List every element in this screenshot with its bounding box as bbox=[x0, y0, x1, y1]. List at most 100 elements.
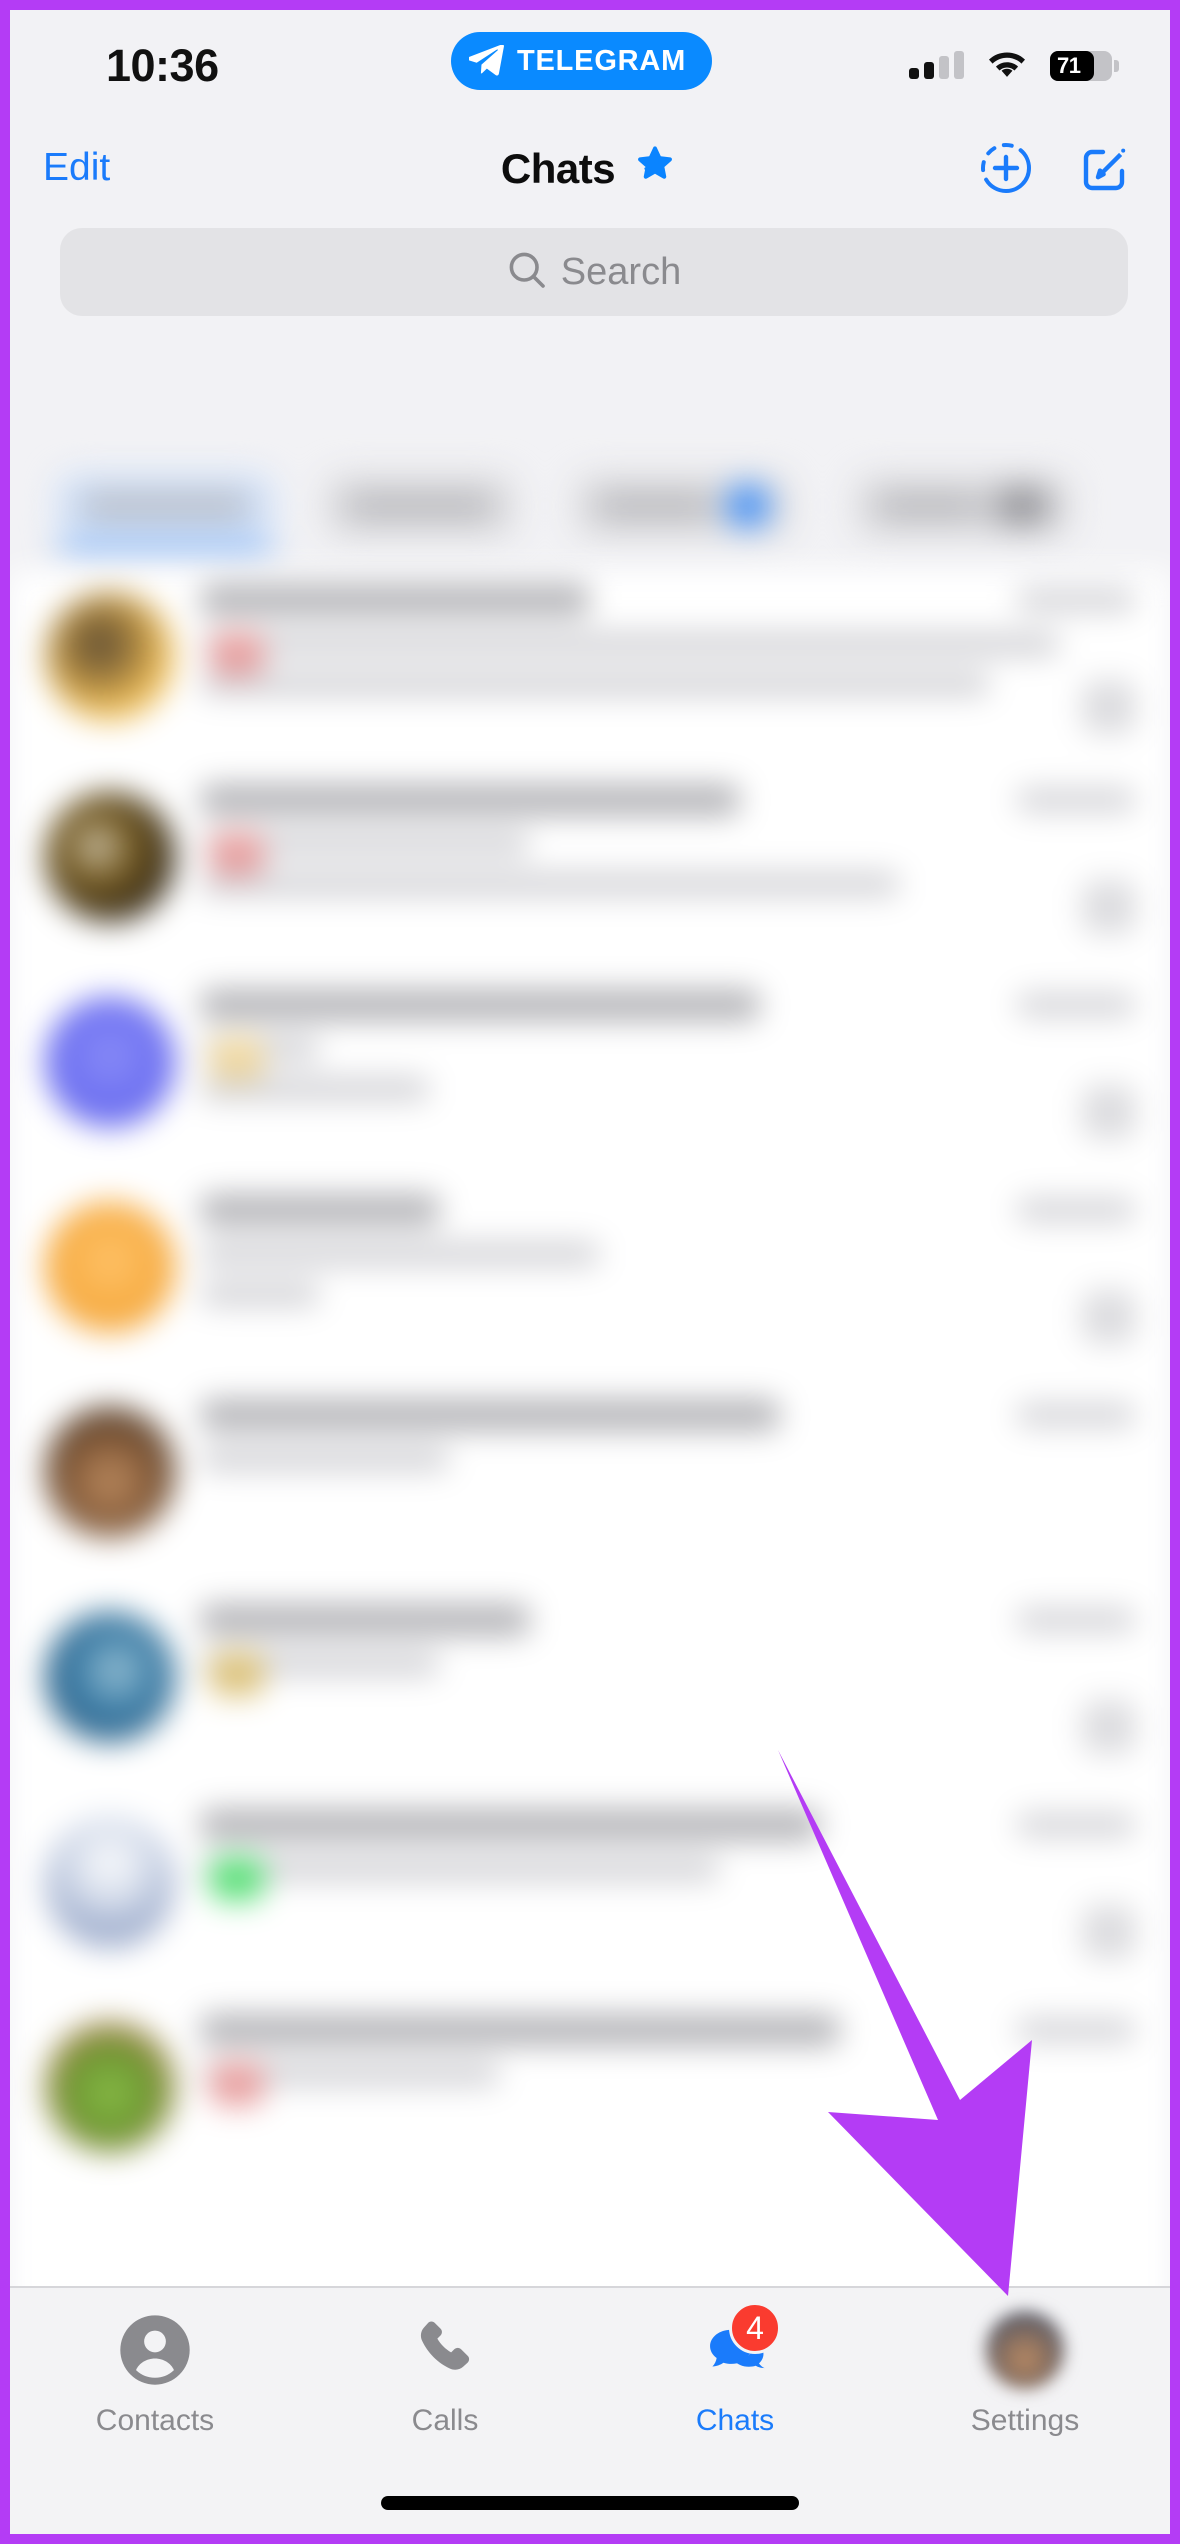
tab-calls[interactable]: Calls bbox=[300, 2306, 590, 2438]
premium-star-icon[interactable] bbox=[631, 142, 679, 195]
chat-list-item[interactable] bbox=[10, 1795, 1170, 2000]
filter-chip-chip-2[interactable] bbox=[325, 475, 515, 537]
filter-chip-active-underline bbox=[58, 545, 273, 553]
filter-chip-label bbox=[877, 496, 982, 516]
status-bar-time: 10:36 bbox=[106, 40, 219, 91]
battery-percent-label: 71 bbox=[1057, 52, 1081, 78]
tab-label-contacts: Contacts bbox=[95, 2404, 215, 2437]
chat-title bbox=[200, 1399, 780, 1431]
chats-unread-badge: 4 bbox=[729, 2302, 781, 2354]
chat-list[interactable] bbox=[10, 570, 1170, 2374]
cellular-bars-icon bbox=[909, 50, 964, 79]
filter-chip-label bbox=[597, 496, 714, 516]
tab-settings[interactable]: Settings bbox=[880, 2306, 1170, 2438]
chat-preview-text bbox=[200, 584, 1140, 712]
bottom-tab-bar: Contacts Calls 4 Chats Settings bbox=[10, 2286, 1170, 2534]
filter-chip-chip-4[interactable] bbox=[855, 475, 1070, 537]
search-input[interactable]: Search bbox=[561, 251, 681, 294]
chat-list-item[interactable] bbox=[10, 1590, 1170, 1795]
chat-list-item[interactable] bbox=[10, 770, 1170, 975]
user-avatar-icon bbox=[981, 2306, 1069, 2394]
chat-preview-text bbox=[200, 1809, 1140, 1897]
navigation-bar: Edit Chats bbox=[10, 118, 1170, 222]
filter-chip-badge bbox=[996, 488, 1048, 524]
chat-avatar bbox=[45, 997, 175, 1127]
tab-label-settings: Settings bbox=[970, 2404, 1080, 2437]
chat-sender-accent bbox=[210, 2062, 264, 2106]
tab-label-chats: Chats bbox=[695, 2404, 775, 2437]
person-circle-icon bbox=[111, 2306, 199, 2394]
chat-avatar bbox=[45, 1612, 175, 1742]
chat-title bbox=[200, 784, 740, 816]
telegram-dynamic-island-pill[interactable]: TELEGRAM bbox=[451, 32, 713, 90]
chat-preview-text bbox=[200, 784, 1140, 912]
chat-status-indicator bbox=[1082, 880, 1136, 934]
chat-preview-text bbox=[200, 989, 1140, 1117]
filter-chip-label bbox=[80, 496, 251, 516]
tab-contacts[interactable]: Contacts bbox=[10, 2306, 300, 2438]
chat-message-preview bbox=[200, 1282, 320, 1306]
battery-icon: 71 bbox=[1050, 50, 1119, 81]
chat-list-item[interactable] bbox=[10, 570, 1170, 770]
phone-icon bbox=[401, 2306, 489, 2394]
chat-list-item[interactable] bbox=[10, 975, 1170, 1180]
chat-avatar bbox=[45, 792, 175, 922]
chat-message-preview bbox=[200, 1857, 720, 1881]
chat-list-item[interactable] bbox=[10, 1385, 1170, 1590]
chat-avatar bbox=[45, 1202, 175, 1332]
chat-sender-accent bbox=[210, 1037, 264, 1081]
chat-message-preview bbox=[200, 672, 990, 696]
chat-title bbox=[200, 1194, 440, 1226]
chat-sender-accent bbox=[210, 632, 264, 676]
chat-filter-tabs[interactable] bbox=[10, 465, 1170, 555]
chat-timestamp bbox=[1016, 788, 1136, 812]
chat-status-indicator bbox=[1082, 1700, 1136, 1754]
chat-avatar bbox=[45, 1817, 175, 1947]
wifi-icon bbox=[986, 48, 1028, 83]
chat-bubbles-icon: 4 bbox=[691, 2302, 781, 2394]
phone-screen: 10:36 TELEGRAM 71 Edit Chats Search Cont… bbox=[10, 10, 1170, 2534]
search-bar[interactable]: Search bbox=[60, 228, 1128, 316]
chat-message-preview bbox=[200, 1447, 450, 1471]
chat-status-indicator bbox=[1082, 1290, 1136, 1344]
status-bar: 10:36 TELEGRAM 71 bbox=[10, 10, 1170, 118]
telegram-pill-label: TELEGRAM bbox=[517, 44, 687, 77]
chat-message-preview bbox=[200, 872, 900, 896]
chat-message-preview bbox=[200, 1242, 600, 1266]
chat-preview-text bbox=[200, 2014, 1140, 2102]
home-indicator[interactable] bbox=[381, 2496, 799, 2510]
chat-list-item[interactable] bbox=[10, 2000, 1170, 2205]
chat-title bbox=[200, 2014, 840, 2046]
chat-sender-accent bbox=[210, 832, 264, 876]
chat-timestamp bbox=[1016, 1608, 1136, 1632]
chat-title bbox=[200, 1809, 820, 1841]
chat-status-indicator bbox=[1082, 680, 1136, 734]
chat-timestamp bbox=[1016, 1813, 1136, 1837]
chat-sender-accent bbox=[210, 1652, 264, 1696]
chat-title bbox=[200, 1604, 530, 1636]
chat-timestamp bbox=[1016, 993, 1136, 1017]
chat-avatar bbox=[45, 2022, 175, 2152]
tab-chats[interactable]: 4 Chats bbox=[590, 2302, 880, 2438]
chat-preview-text bbox=[200, 1604, 1140, 1692]
chat-preview-text bbox=[200, 1194, 1140, 1322]
chat-timestamp bbox=[1016, 588, 1136, 612]
chat-message-preview bbox=[200, 632, 1060, 656]
filter-chip-chip-3[interactable] bbox=[575, 475, 790, 537]
page-title: Chats bbox=[500, 144, 616, 192]
chat-status-indicator bbox=[1082, 1085, 1136, 1139]
chat-avatar bbox=[45, 1407, 175, 1537]
filter-chip-all-chats[interactable] bbox=[58, 475, 273, 537]
chat-timestamp bbox=[1016, 1403, 1136, 1427]
compose-icon[interactable] bbox=[1076, 140, 1132, 201]
chat-sender-accent bbox=[210, 1857, 264, 1901]
filter-chip-label bbox=[347, 496, 493, 516]
chat-avatar bbox=[45, 592, 175, 722]
chat-list-item[interactable] bbox=[10, 1180, 1170, 1385]
annotated-screenshot-frame: 10:36 TELEGRAM 71 Edit Chats Search Cont… bbox=[0, 0, 1180, 2544]
chat-timestamp bbox=[1016, 1198, 1136, 1222]
tab-label-calls: Calls bbox=[411, 2404, 479, 2437]
chat-timestamp bbox=[1016, 2018, 1136, 2042]
add-circle-dashed-icon[interactable] bbox=[978, 140, 1034, 201]
chat-status-indicator bbox=[1082, 1905, 1136, 1959]
